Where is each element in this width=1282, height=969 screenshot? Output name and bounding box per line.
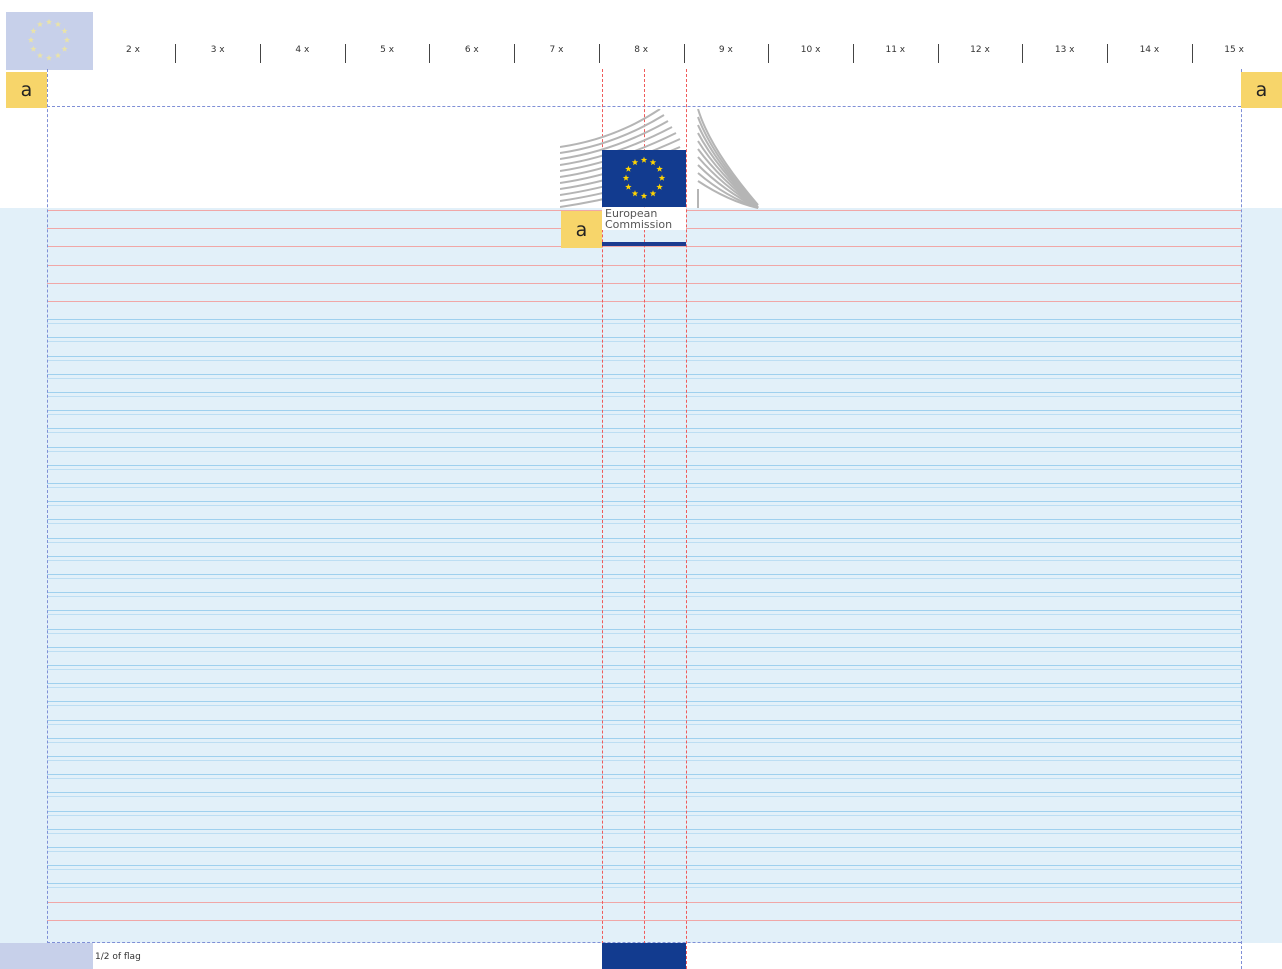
star-icon: [631, 159, 639, 166]
european-commission-logo: European Commission: [560, 109, 760, 249]
margin-marker-label: a: [20, 79, 33, 101]
star-icon: [622, 174, 630, 181]
star-icon: [625, 183, 632, 190]
star-icon: [649, 159, 657, 166]
margin-marker-label: a: [1255, 79, 1268, 101]
logo-line-commission: Commission: [605, 218, 673, 231]
star-icon: [656, 183, 663, 190]
logo-flag-extension: [602, 943, 686, 969]
half-flag-reference: [0, 943, 93, 969]
right-margin-guide: [1241, 69, 1242, 969]
logo-wordmark: European Commission: [602, 208, 686, 230]
star-icon: [640, 156, 648, 163]
logo-underline: [602, 242, 686, 246]
left-margin-guide: [47, 69, 48, 969]
star-icon: [656, 165, 663, 172]
margin-marker-left: a: [6, 72, 47, 108]
eu-stars-icon: [622, 156, 666, 199]
star-icon: [631, 190, 639, 197]
star-icon: [658, 174, 666, 181]
half-flag-label: 1/2 of flag: [95, 952, 141, 962]
star-icon: [640, 192, 648, 199]
eu-flag: [602, 150, 686, 207]
star-icon: [649, 190, 657, 197]
star-icon: [625, 165, 632, 172]
margin-marker-right: a: [1241, 72, 1282, 108]
